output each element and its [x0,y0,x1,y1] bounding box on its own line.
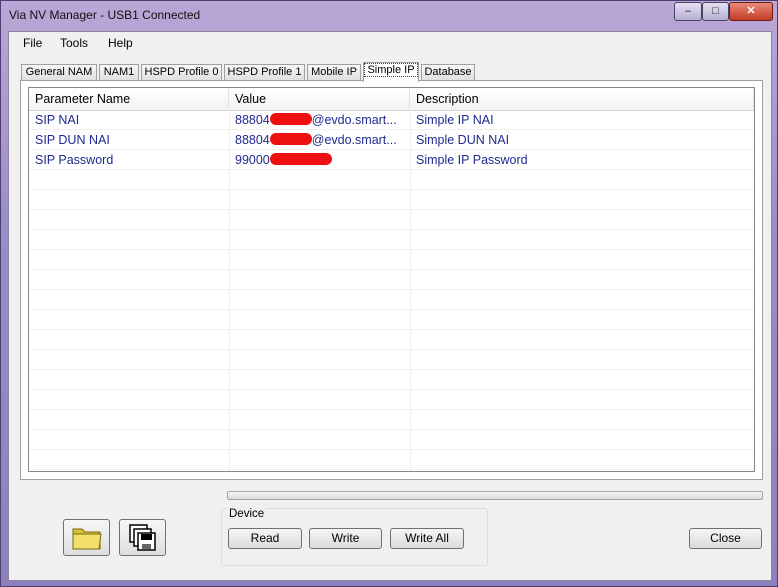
empty-row [29,270,754,290]
menu-tools[interactable]: Tools [60,36,88,50]
tab-mobile-ip[interactable]: Mobile IP [307,64,361,81]
simple-ip-panel: Parameter Name Value Description SIP NAI… [20,80,763,480]
tab-nam1[interactable]: NAM1 [99,64,139,81]
empty-row [29,430,754,450]
maximize-button[interactable]: □ [702,2,729,21]
cell-description: Simple DUN NAI [416,133,510,147]
cell-value: 99000 [229,150,409,170]
table-row[interactable]: SIP DUN NAI 88804 @evdo.smart... Simple D… [29,130,754,150]
empty-row [29,210,754,230]
redaction-mark [269,113,312,125]
window-title: Via NV Manager - USB1 Connected [9,8,201,22]
cell-name: SIP NAI [35,113,80,127]
empty-row [29,230,754,250]
empty-row [29,290,754,310]
redaction-mark [269,153,332,165]
redaction-mark [269,133,312,145]
cell-description: Simple IP NAI [416,113,494,127]
empty-row [29,410,754,430]
menu-help[interactable]: Help [108,36,133,50]
tab-simple-ip-label: Simple IP [364,63,418,77]
empty-row [29,250,754,270]
tab-simple-ip[interactable]: Simple IP [363,62,419,82]
column-value[interactable]: Value [229,88,410,110]
progress-bar [227,491,763,500]
cell-name: SIP DUN NAI [35,133,110,147]
empty-row [29,190,754,210]
column-parameter-name[interactable]: Parameter Name [29,88,229,110]
value-suffix: @evdo.smart... [311,113,397,127]
client-area: File Tools Help General NAM NAM1 HSPD Pr… [8,31,772,581]
menu-file[interactable]: File [23,36,42,50]
write-all-button[interactable]: Write All [390,528,464,549]
title-bar: Via NV Manager - USB1 Connected – □ ✕ [1,1,777,31]
value-prefix: 88804 [235,133,270,147]
tab-general-nam[interactable]: General NAM [21,64,97,81]
empty-row [29,330,754,350]
save-button[interactable] [119,519,166,556]
empty-row [29,370,754,390]
value-prefix: 99000 [235,153,270,167]
empty-row [29,450,754,470]
cell-value: 88804 @evdo.smart... [229,110,409,130]
table-row[interactable]: SIP NAI 88804 @evdo.smart... Simple IP NA… [29,110,754,130]
app-window: Via NV Manager - USB1 Connected – □ ✕ Fi… [0,0,778,587]
empty-row [29,350,754,370]
close-button[interactable]: Close [689,528,762,549]
folder-icon [72,528,102,550]
tab-database[interactable]: Database [421,64,475,81]
table-row[interactable]: SIP Password 99000 Simple IP Password [29,150,754,170]
parameter-list[interactable]: Parameter Name Value Description SIP NAI… [28,87,755,472]
empty-row [29,310,754,330]
device-group-label: Device [227,508,267,520]
empty-row [29,170,754,190]
cell-value: 88804 @evdo.smart... [229,130,409,150]
value-prefix: 88804 [235,113,270,127]
cell-description: Simple IP Password [416,153,528,167]
open-file-button[interactable] [63,519,110,556]
write-button[interactable]: Write [309,528,382,549]
column-description[interactable]: Description [410,88,754,110]
list-header: Parameter Name Value Description [29,88,754,111]
save-disks-icon [129,524,156,551]
empty-row [29,390,754,410]
cell-name: SIP Password [35,153,114,167]
read-button[interactable]: Read [228,528,302,549]
value-suffix: @evdo.smart... [311,133,397,147]
tab-hspd-profile-1[interactable]: HSPD Profile 1 [224,64,305,81]
tab-hspd-profile-0[interactable]: HSPD Profile 0 [141,64,222,81]
menu-bar: File Tools Help [9,32,771,54]
close-window-button[interactable]: ✕ [729,2,773,21]
minimize-button[interactable]: – [674,2,702,21]
